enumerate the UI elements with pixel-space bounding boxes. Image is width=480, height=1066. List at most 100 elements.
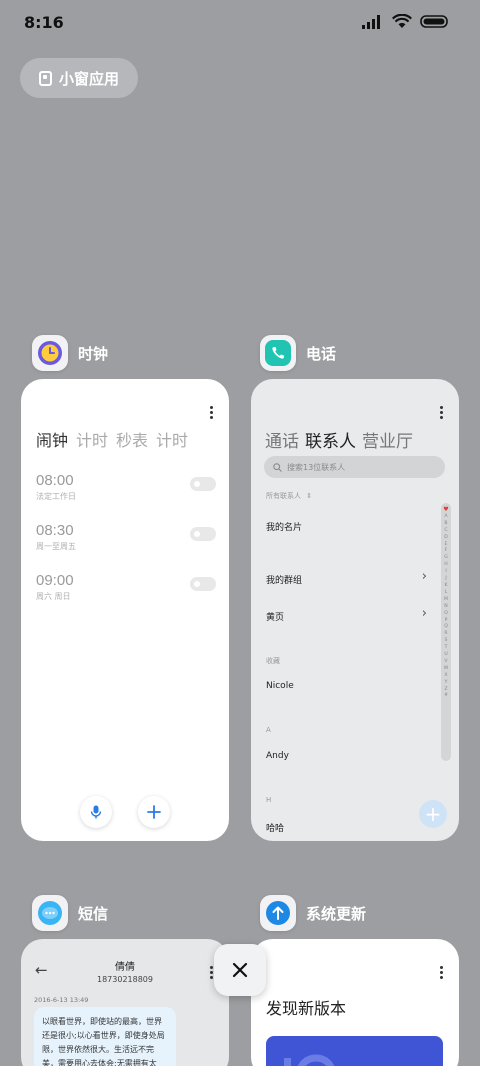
close-icon [232,962,248,978]
update-app-icon [260,895,296,931]
small-window-icon [38,70,52,86]
update-headline: 发现新版本 [266,999,347,1018]
tab-service[interactable]: 营业厅 [362,427,413,452]
chevron-right-icon: › [421,606,427,621]
message-bubble: 以眼看世界，即使站的最高，世界还是很小;以心看世界，即使身处局限，世界依然很大。… [34,1007,176,1066]
signal-icon [362,14,380,29]
my-groups-item[interactable]: 我的群组 [266,573,302,586]
sort-icon: ⇕ [306,492,313,500]
phone-more-icon[interactable] [439,406,443,419]
message-text: 以眼看世界，即使站的最高，世界还是很小;以心看世界，即使身处局限，世界依然很大。… [42,1017,165,1066]
small-window-apps-button[interactable]: 小窗应用 [20,58,138,98]
alphabet-index-bar[interactable]: ♥ A B C D E F G H I J K L M N O P Q R S T U V W X Y Z # [441,503,451,761]
alphabet-index-letter[interactable]: U [444,652,447,659]
contact-item[interactable]: 哈哈 [266,821,284,834]
clock-app-header[interactable]: 时钟 [32,335,108,371]
alphabet-index-letter[interactable]: M [444,597,448,604]
alarm-toggle[interactable] [190,577,216,591]
alarm-item[interactable]: 08:30 周一至周五 [36,522,216,552]
sms-app-header[interactable]: 短信 [32,895,108,931]
voice-alarm-button[interactable] [80,796,112,828]
alphabet-index-letter[interactable]: W [444,666,449,673]
alphabet-index-letter[interactable]: A [444,514,447,521]
sms-app-icon [32,895,68,931]
phone-app-icon [260,335,296,371]
clock-app-icon [32,335,68,371]
alphabet-index-letter[interactable]: Y [445,680,448,687]
tab-stopwatch[interactable]: 秒表 [116,427,148,451]
alphabet-index-letter[interactable]: D [444,535,448,542]
alarm-repeat: 周一至周五 [36,542,76,551]
yellow-pages-item[interactable]: 黄页 [266,610,284,623]
update-more-icon[interactable] [439,966,443,979]
update-app-header[interactable]: 系统更新 [260,895,366,931]
tab-calls[interactable]: 通话 [265,427,299,452]
search-placeholder: 搜索13位联系人 [287,462,346,472]
clock-app-card[interactable]: 闹钟 计时 秒表 计时 08:00 法定工作日 08:30 周一至周五 09:0… [21,379,229,841]
alphabet-index-letter[interactable]: L [445,590,448,597]
alphabet-index-letter[interactable]: O [444,611,448,618]
message-icon [38,901,62,925]
alarm-item[interactable]: 09:00 周六 周日 [36,572,216,602]
all-contacts-filter[interactable]: 所有联系人 ⇕ [266,491,312,501]
status-icons [362,14,450,29]
tab-world-clock[interactable]: 计时 [76,427,108,451]
alphabet-index-letter[interactable]: # [444,693,448,700]
tab-alarm[interactable]: 闹钟 [36,427,68,451]
microphone-icon [90,805,102,819]
alarm-time: 09:00 [36,572,74,589]
section-letter: H [266,796,272,804]
sms-app-title: 短信 [78,904,109,923]
favorite-heart-icon: ♥ [443,506,449,513]
contact-item[interactable]: Nicole [266,681,294,691]
alarm-time: 08:00 [36,472,74,489]
plus-icon [147,805,161,819]
version-banner [266,1036,443,1066]
alarm-item[interactable]: 08:00 法定工作日 [36,472,216,502]
contact-item[interactable]: Andy [266,751,289,761]
phone-app-header[interactable]: 电话 [260,335,336,371]
add-alarm-button[interactable] [138,796,170,828]
tab-contacts[interactable]: 联系人 [305,427,356,452]
sms-more-icon[interactable] [209,966,213,979]
contact-number: 18730218809 [97,975,153,984]
wifi-icon [392,14,412,28]
alarm-time: 08:30 [36,522,74,539]
phone-app-card[interactable]: 通话 联系人 营业厅 搜索13位联系人 所有联系人 ⇕ 我的名片 我的群组 › … [251,379,459,841]
upload-arrow-icon [266,901,290,925]
contact-search-input[interactable]: 搜索13位联系人 [264,456,445,478]
alarm-toggle[interactable] [190,477,216,491]
alarm-repeat: 周六 周日 [36,592,71,601]
alphabet-index-letter[interactable]: K [444,583,447,590]
section-letter: A [266,726,271,734]
tab-timer[interactable]: 计时 [156,427,188,451]
add-contact-button[interactable]: + [419,800,447,828]
conversation-header: 倩倩 18730218809 [21,958,229,984]
clock-icon [38,341,62,365]
phone-icon [265,340,291,366]
clock-more-icon[interactable] [209,406,213,419]
alarm-toggle[interactable] [190,527,216,541]
version-graphic [284,1054,335,1066]
contact-name: 倩倩 [115,962,135,973]
update-app-card[interactable]: 发现新版本 [251,939,459,1066]
search-icon [273,462,282,472]
alphabet-index-letter[interactable]: T [445,645,448,652]
alarm-repeat: 法定工作日 [36,492,76,501]
chevron-right-icon: › [421,569,427,584]
alphabet-index-letter[interactable]: C [444,528,447,535]
my-card-item[interactable]: 我的名片 [266,520,302,533]
alphabet-index-letter[interactable]: X [444,673,447,680]
alphabet-index-letter[interactable]: N [444,604,447,611]
sms-app-card[interactable]: ← 倩倩 18730218809 2016-6-13 13:49 以眼看世界，即… [21,939,229,1066]
all-contacts-label: 所有联系人 [266,492,301,500]
close-button[interactable] [214,944,266,996]
clock-app-title: 时钟 [78,344,109,363]
alphabet-index-letter[interactable]: J [445,576,446,583]
status-time: 8:16 [24,13,64,32]
battery-icon [420,15,448,28]
message-date: 2016-6-13 13:49 [34,996,89,1004]
alphabet-index-letter[interactable]: V [444,659,447,666]
phone-app-title: 电话 [306,344,337,363]
alphabet-index-letter[interactable]: B [444,521,447,528]
